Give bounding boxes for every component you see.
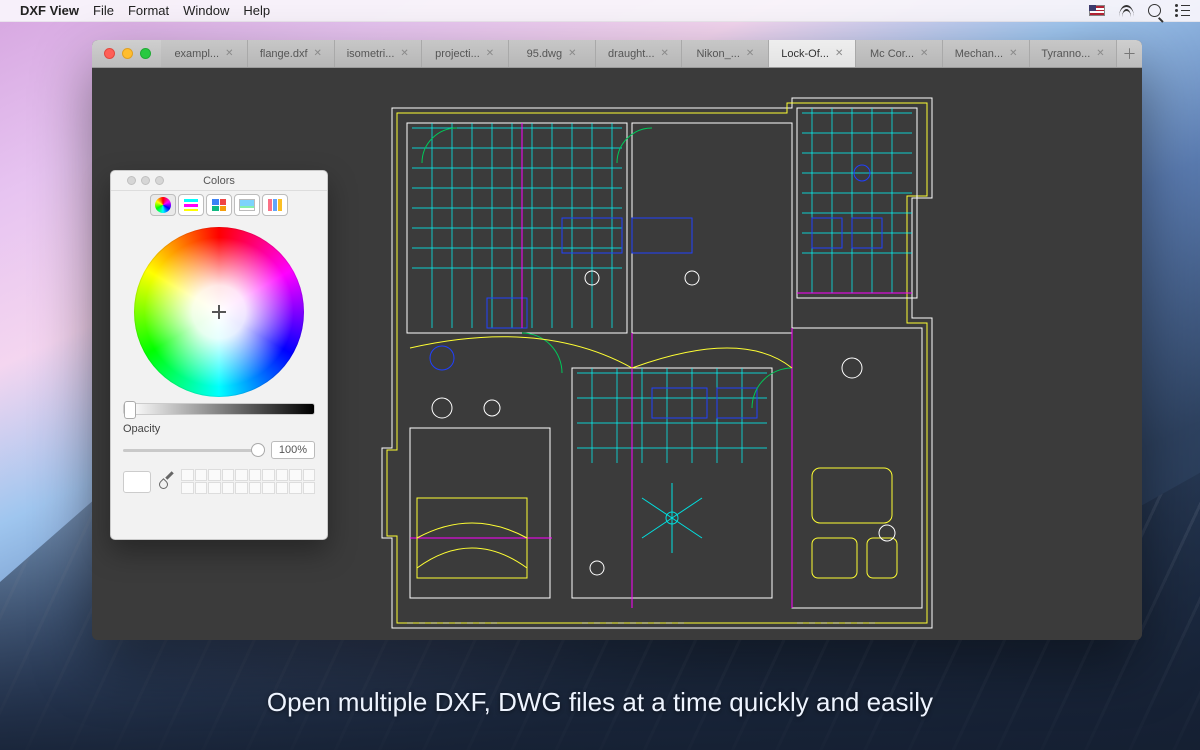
tab-close-icon[interactable]: ✕ xyxy=(486,48,494,59)
tab-bar: exampl...✕flange.dxf✕isometri...✕project… xyxy=(92,40,1142,68)
window-controls xyxy=(92,40,161,67)
document-tab[interactable]: Tyranno... ✕ xyxy=(1029,40,1116,67)
palette-icon xyxy=(212,199,226,211)
panel-zoom-button[interactable] xyxy=(155,176,164,185)
input-source-flag-icon[interactable] xyxy=(1089,5,1105,16)
opacity-slider[interactable] xyxy=(123,449,265,452)
tab-label: Lock-Of... xyxy=(781,48,829,60)
brightness-knob[interactable] xyxy=(124,401,136,419)
tab-close-icon[interactable]: ✕ xyxy=(920,48,928,59)
sliders-icon xyxy=(184,199,198,211)
crayons-icon xyxy=(268,199,282,211)
tab-close-icon[interactable]: ✕ xyxy=(1096,48,1104,59)
color-wheel[interactable] xyxy=(134,227,304,397)
tab-label: Mc Cor... xyxy=(870,48,914,60)
colors-panel-title: Colors xyxy=(203,175,235,187)
tab-close-icon[interactable]: ✕ xyxy=(314,48,322,59)
tab-close-icon[interactable]: ✕ xyxy=(225,48,233,59)
opacity-thumb[interactable] xyxy=(251,443,265,457)
color-wheel-cursor[interactable] xyxy=(212,305,226,319)
tab-close-icon[interactable]: ✕ xyxy=(1009,48,1017,59)
color-picker-tabs xyxy=(111,191,327,219)
color-palettes-tab[interactable] xyxy=(206,194,232,216)
tab-close-icon[interactable]: ✕ xyxy=(400,48,408,59)
tab-label: Nikon_... xyxy=(696,48,739,60)
document-tab[interactable]: draught... ✕ xyxy=(595,40,682,67)
menu-window[interactable]: Window xyxy=(183,3,229,18)
tab-label: projecti... xyxy=(435,48,480,60)
current-color-swatch[interactable] xyxy=(123,471,151,493)
tab-close-icon[interactable]: ✕ xyxy=(661,48,669,59)
document-tab[interactable]: projecti... ✕ xyxy=(421,40,508,67)
promo-caption: Open multiple DXF, DWG files at a time q… xyxy=(0,687,1200,718)
document-tab[interactable]: 95.dwg ✕ xyxy=(508,40,595,67)
mac-menubar: DXF View File Format Window Help xyxy=(0,0,1200,22)
tab-close-icon[interactable]: ✕ xyxy=(568,48,576,59)
document-tab[interactable]: isometri... ✕ xyxy=(334,40,421,67)
menu-format[interactable]: Format xyxy=(128,3,169,18)
eyedropper-icon[interactable] xyxy=(159,475,173,489)
image-palettes-tab[interactable] xyxy=(234,194,260,216)
document-tab[interactable]: Mechan... ✕ xyxy=(942,40,1029,67)
tab-close-icon[interactable]: ✕ xyxy=(746,48,754,59)
minimize-window-button[interactable] xyxy=(122,48,133,59)
tab-label: draught... xyxy=(608,48,654,60)
wifi-icon[interactable] xyxy=(1119,5,1134,17)
close-window-button[interactable] xyxy=(104,48,115,59)
tab-label: Mechan... xyxy=(955,48,1003,60)
color-wheel-icon xyxy=(155,197,171,213)
colors-panel-titlebar[interactable]: Colors xyxy=(111,171,327,191)
app-name[interactable]: DXF View xyxy=(20,3,79,18)
tab-label: 95.dwg xyxy=(527,48,562,60)
tab-close-icon[interactable]: ✕ xyxy=(835,48,843,59)
color-wheel-tab[interactable] xyxy=(150,194,176,216)
panel-close-button[interactable] xyxy=(127,176,136,185)
tab-label: exampl... xyxy=(174,48,219,60)
opacity-label: Opacity xyxy=(123,423,315,435)
tab-label: isometri... xyxy=(347,48,395,60)
color-sliders-tab[interactable] xyxy=(178,194,204,216)
menu-help[interactable]: Help xyxy=(243,3,270,18)
zoom-window-button[interactable] xyxy=(140,48,151,59)
notification-center-icon[interactable] xyxy=(1175,4,1190,17)
desktop: DXF View File Format Window Help exampl.… xyxy=(0,0,1200,750)
spotlight-search-icon[interactable] xyxy=(1148,4,1161,17)
saved-swatches[interactable] xyxy=(181,469,315,494)
document-tab[interactable]: Lock-Of... ✕ xyxy=(768,40,855,67)
document-tab[interactable]: flange.dxf ✕ xyxy=(247,40,334,67)
document-tab[interactable]: exampl... ✕ xyxy=(161,40,247,67)
document-tab[interactable]: Nikon_... ✕ xyxy=(681,40,768,67)
tab-label: flange.dxf xyxy=(260,48,308,60)
crayons-tab[interactable] xyxy=(262,194,288,216)
document-tab[interactable]: Mc Cor... ✕ xyxy=(855,40,942,67)
tab-label: Tyranno... xyxy=(1041,48,1090,60)
colors-panel[interactable]: Colors Opacity 100% xyxy=(110,170,328,540)
opacity-value-field[interactable]: 100% xyxy=(271,441,315,459)
new-tab-button[interactable]: ＋ xyxy=(1116,40,1142,67)
panel-minimize-button[interactable] xyxy=(141,176,150,185)
brightness-slider[interactable] xyxy=(123,403,315,415)
image-icon xyxy=(239,199,255,211)
menu-file[interactable]: File xyxy=(93,3,114,18)
